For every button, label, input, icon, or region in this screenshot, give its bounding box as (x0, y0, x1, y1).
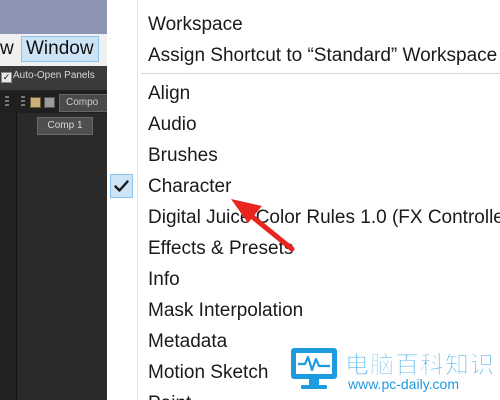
menu-item-label: Motion Sketch (148, 362, 269, 383)
checkmark-icon (110, 174, 133, 198)
menu-item-label: Digital Juice Color Rules 1.0 (FX Contro… (148, 207, 500, 228)
menu-item-metadata[interactable]: Metadata (107, 326, 500, 357)
menu-item-label: Effects & Presets (148, 238, 294, 259)
menu-item-digital-juice[interactable]: Digital Juice Color Rules 1.0 (FX Contro… (107, 202, 500, 233)
menu-item-label: Character (148, 176, 232, 197)
menu-item-label: Align (148, 83, 191, 104)
menubar-window[interactable]: Window (21, 36, 99, 62)
menu-separator (141, 73, 500, 74)
menu-item-label: Metadata (148, 331, 228, 352)
menu-item-mask-interpolation[interactable]: Mask Interpolation (107, 295, 500, 326)
menubar-view[interactable]: w (0, 37, 18, 61)
menu-item-label: Mask Interpolation (148, 300, 304, 321)
panel-grip-icon[interactable] (5, 96, 9, 108)
tab-composition[interactable]: Compo (59, 94, 107, 112)
app-background: w Window ✓ Auto-Open Panels Compo Comp 1 (0, 0, 107, 400)
menu-item-label: Info (148, 269, 180, 290)
menu-item-label: Brushes (148, 145, 218, 166)
menu-item-workspace[interactable]: Workspace (107, 9, 500, 40)
lock-icon[interactable] (30, 97, 41, 108)
menu-item-label: Paint (148, 388, 191, 400)
composition-icon (44, 97, 55, 108)
app-menubar: w Window (0, 34, 107, 66)
panel-grip-icon[interactable] (21, 96, 25, 108)
menu-item-brushes[interactable]: Brushes (107, 140, 500, 171)
menu-item-label: Workspace (148, 14, 243, 35)
menu-item-align[interactable]: Align (107, 78, 500, 109)
menu-item-label: Assign Shortcut to “Standard” Workspace (148, 45, 498, 66)
left-panel (0, 113, 17, 400)
menu-item-info[interactable]: Info (107, 264, 500, 295)
composition-viewer: Comp 1 (17, 113, 107, 400)
menu-item-effects-presets[interactable]: Effects & Presets (107, 233, 500, 264)
menu-item-label: Audio (148, 114, 197, 135)
menu-item-character[interactable]: Character (107, 171, 500, 202)
panel-tab-bar: Compo (0, 91, 107, 113)
comp-1-tab[interactable]: Comp 1 (37, 117, 93, 135)
menu-item-motion-sketch[interactable]: Motion Sketch (107, 357, 500, 388)
auto-open-panels-checkbox[interactable]: ✓ (1, 72, 12, 83)
menu-item-assign-shortcut[interactable]: Assign Shortcut to “Standard” Workspace (107, 40, 500, 71)
window-menu-dropdown: Workspace Assign Shortcut to “Standard” … (107, 0, 500, 400)
window-title-bar (0, 0, 107, 34)
tools-panel: ✓ Auto-Open Panels (0, 66, 107, 91)
menu-item-audio[interactable]: Audio (107, 109, 500, 140)
auto-open-panels-label: Auto-Open Panels (13, 70, 95, 81)
screenshot-stage: w Window ✓ Auto-Open Panels Compo Comp 1… (0, 0, 500, 400)
menu-item-paint[interactable]: Paint (107, 388, 500, 400)
